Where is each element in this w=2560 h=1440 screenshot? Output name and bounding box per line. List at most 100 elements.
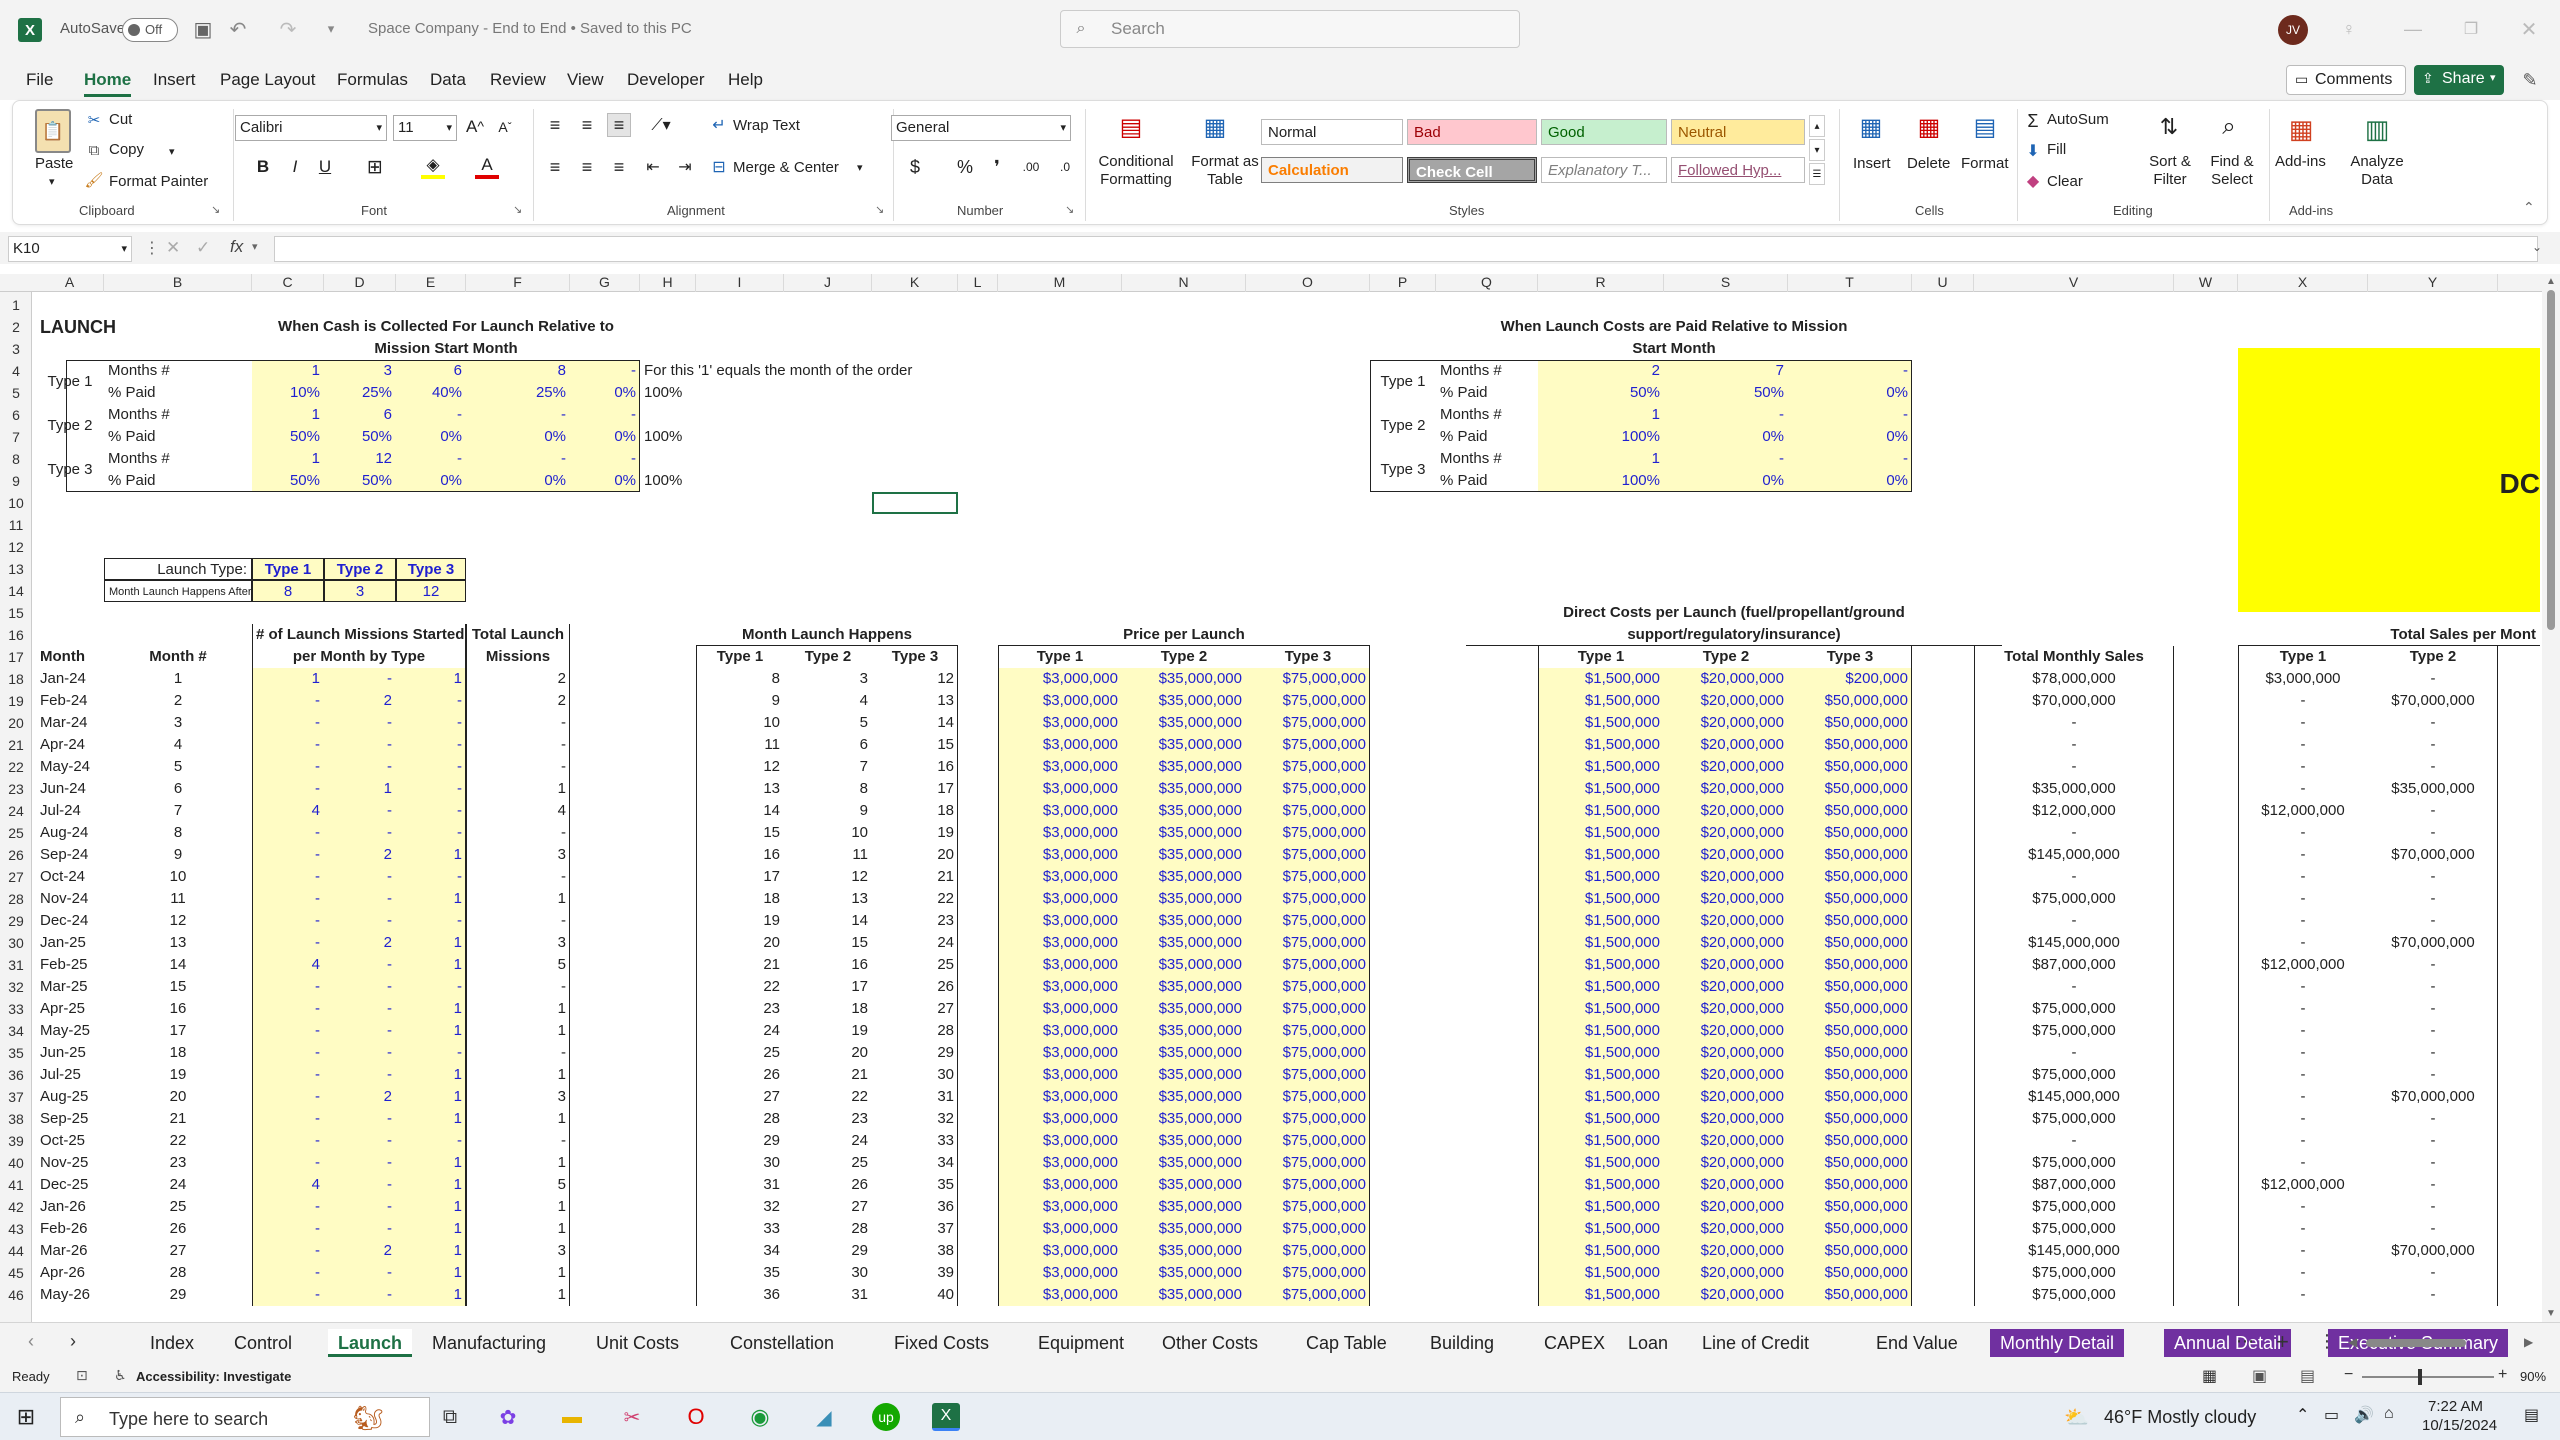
price-cell[interactable]: $75,000,000 <box>1246 822 1370 844</box>
price-cell[interactable]: $75,000,000 <box>1246 1262 1370 1284</box>
input-cell[interactable]: - <box>324 1262 396 1284</box>
cost-cell[interactable]: $20,000,000 <box>1664 1196 1788 1218</box>
happens-cell[interactable]: 15 <box>872 734 958 756</box>
month-number-cell[interactable]: 8 <box>104 822 252 844</box>
menu-review[interactable]: Review <box>490 70 546 90</box>
price-cell[interactable]: $3,000,000 <box>998 1042 1122 1064</box>
input-cell[interactable]: - <box>252 1152 324 1174</box>
menu-data[interactable]: Data <box>430 70 466 90</box>
header[interactable]: Type 2 <box>784 646 872 668</box>
header[interactable]: Month # <box>104 646 252 668</box>
price-cell[interactable]: $75,000,000 <box>1246 778 1370 800</box>
input-cell[interactable]: - <box>252 1086 324 1108</box>
dialog-launcher-icon[interactable]: ↘ <box>211 203 220 216</box>
scroll-down-icon[interactable]: ▼ <box>2546 1308 2556 1319</box>
price-cell[interactable]: $75,000,000 <box>1246 1086 1370 1108</box>
month-cell[interactable]: Feb-24 <box>36 690 104 712</box>
header[interactable]: Type 3 <box>872 646 958 668</box>
cost-cell[interactable]: $50,000,000 <box>1788 998 1912 1020</box>
copilot-icon[interactable]: ✿ <box>494 1403 522 1431</box>
happens-cell[interactable]: 22 <box>696 976 784 998</box>
input-cell[interactable]: - <box>252 844 324 866</box>
menu-help[interactable]: Help <box>728 70 763 90</box>
input-cell[interactable]: - <box>252 910 324 932</box>
input-cell[interactable]: 25% <box>466 382 570 404</box>
price-cell[interactable]: $35,000,000 <box>1122 1284 1246 1306</box>
input-cell[interactable]: 4 <box>252 800 324 822</box>
price-cell[interactable]: $3,000,000 <box>998 844 1122 866</box>
month-cell[interactable]: Aug-25 <box>36 1086 104 1108</box>
happens-cell[interactable]: 24 <box>784 1130 872 1152</box>
input-cell[interactable]: - <box>252 1240 324 1262</box>
input-cell[interactable]: 0% <box>1664 470 1788 492</box>
sales-cell[interactable]: - <box>1974 712 2174 734</box>
sales-cell[interactable]: $75,000,000 <box>1974 1262 2174 1284</box>
minimize-icon[interactable]: — <box>2400 16 2426 42</box>
header[interactable]: Type 2 <box>2368 646 2498 668</box>
happens-cell[interactable]: 8 <box>784 778 872 800</box>
input-cell[interactable]: - <box>324 910 396 932</box>
sales-type-cell[interactable]: - <box>2238 756 2368 778</box>
cost-cell[interactable]: $50,000,000 <box>1788 954 1912 976</box>
month-cell[interactable]: May-24 <box>36 756 104 778</box>
quick-access-dropdown-icon[interactable]: ▾ <box>322 18 340 40</box>
input-cell[interactable]: 50% <box>1664 382 1788 404</box>
price-cell[interactable]: $35,000,000 <box>1122 734 1246 756</box>
decrease-font-icon[interactable]: Aˇ <box>493 115 517 139</box>
tab-equipment[interactable]: Equipment <box>1028 1329 1134 1357</box>
month-cell[interactable]: Aug-24 <box>36 822 104 844</box>
sales-type-cell[interactable]: - <box>2238 690 2368 712</box>
cost-cell[interactable]: $50,000,000 <box>1788 756 1912 778</box>
cost-cell[interactable]: $50,000,000 <box>1788 976 1912 998</box>
happens-cell[interactable]: 39 <box>872 1262 958 1284</box>
input-cell[interactable]: - <box>324 800 396 822</box>
tab-annual-detail[interactable]: Annual Detail <box>2164 1329 2292 1357</box>
sales-type-cell[interactable]: - <box>2238 822 2368 844</box>
price-cell[interactable]: $35,000,000 <box>1122 800 1246 822</box>
input-cell[interactable]: - <box>252 822 324 844</box>
price-cell[interactable]: $3,000,000 <box>998 998 1122 1020</box>
tab-cap-table[interactable]: Cap Table <box>1296 1329 1397 1357</box>
sales-type-cell[interactable]: $12,000,000 <box>2238 954 2368 976</box>
header[interactable]: Missions <box>466 646 570 668</box>
sales-type-cell[interactable]: - <box>2368 800 2498 822</box>
price-cell[interactable]: $35,000,000 <box>1122 1086 1246 1108</box>
price-cell[interactable]: $3,000,000 <box>998 690 1122 712</box>
zoom-level[interactable]: 90% <box>2520 1369 2546 1384</box>
input-cell[interactable]: - <box>396 690 466 712</box>
month-number-cell[interactable]: 4 <box>104 734 252 756</box>
comma-icon[interactable]: ❜ <box>985 155 1009 179</box>
scrollbar-thumb[interactable] <box>2366 1339 2466 1347</box>
price-cell[interactable]: $35,000,000 <box>1122 1108 1246 1130</box>
input-cell[interactable]: 2 <box>324 1240 396 1262</box>
cost-cell[interactable]: $1,500,000 <box>1538 932 1664 954</box>
happens-cell[interactable]: 19 <box>784 1020 872 1042</box>
sales-type-cell[interactable]: - <box>2238 1042 2368 1064</box>
total-cell[interactable]: 1 <box>466 1020 570 1042</box>
month-number-cell[interactable]: 2 <box>104 690 252 712</box>
undo-icon[interactable]: ↶ <box>225 16 251 42</box>
decrease-decimal-icon[interactable]: .0 <box>1051 155 1079 179</box>
addins-button[interactable]: Add-ins <box>2275 153 2326 170</box>
dialog-launcher-icon[interactable]: ↘ <box>875 203 884 216</box>
total-cell[interactable]: 3 <box>466 1240 570 1262</box>
align-top-icon[interactable]: ≡ <box>543 113 567 137</box>
month-number-cell[interactable]: 20 <box>104 1086 252 1108</box>
merge-center-button[interactable]: Merge & Center <box>733 159 839 176</box>
scroll-up-icon[interactable]: ▲ <box>2546 276 2556 287</box>
fill-button[interactable]: Fill <box>2047 141 2066 158</box>
paste-icon[interactable]: 📋 <box>35 109 71 153</box>
sort-filter-button[interactable]: Sort & Filter <box>2141 153 2199 189</box>
autosave-toggle[interactable]: Off <box>122 18 178 42</box>
input-cell[interactable]: 50% <box>324 470 396 492</box>
type-label[interactable]: Type 1 <box>36 371 104 393</box>
insert-cells-button[interactable]: Insert <box>1853 155 1891 172</box>
price-cell[interactable]: $3,000,000 <box>998 734 1122 756</box>
input-cell[interactable]: 1 <box>396 1152 466 1174</box>
price-cell[interactable]: $35,000,000 <box>1122 932 1246 954</box>
input-cell[interactable]: - <box>324 954 396 976</box>
happens-cell[interactable]: 36 <box>872 1196 958 1218</box>
cost-cell[interactable]: $1,500,000 <box>1538 822 1664 844</box>
number-format-select[interactable]: General ▾ <box>891 115 1071 141</box>
happens-cell[interactable]: 8 <box>696 668 784 690</box>
